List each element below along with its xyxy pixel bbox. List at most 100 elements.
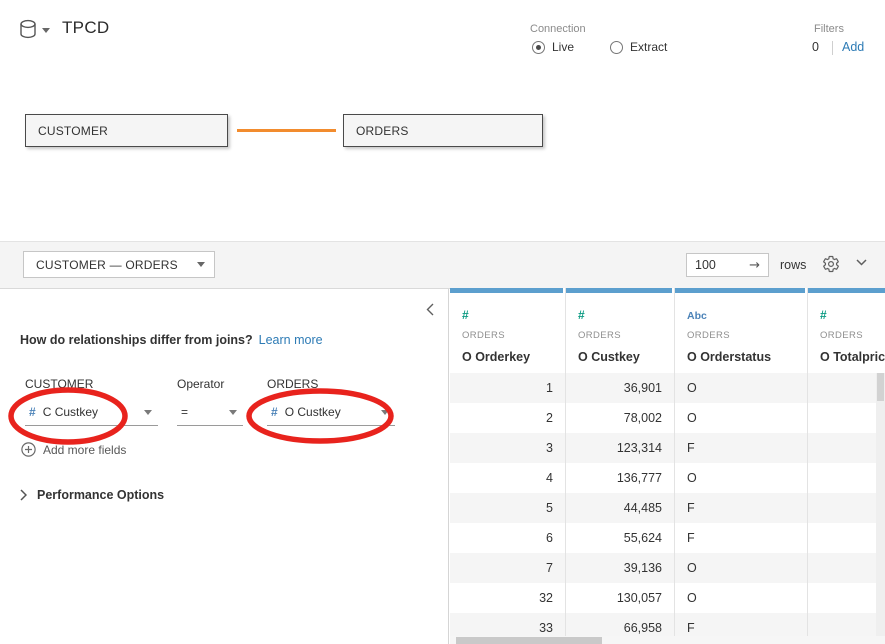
grid-cell: 208,6 <box>808 583 885 613</box>
grid-cell: 144,6 <box>808 493 885 523</box>
caret-down-icon <box>381 410 389 415</box>
rows-count-value: 100 <box>695 258 749 272</box>
grid-cell: 32, <box>808 463 885 493</box>
chevron-down-icon <box>197 262 205 267</box>
column-field-name: O Orderstatus <box>687 350 807 364</box>
grid-cell: 39,136 <box>566 553 674 583</box>
connection-live-radio[interactable]: Live <box>532 40 574 54</box>
grid-cell: 32 <box>450 583 565 613</box>
add-more-fields-button[interactable]: Add more fields <box>21 442 126 457</box>
number-type-icon: # <box>820 308 827 322</box>
grid-cell: F <box>675 493 807 523</box>
datasource-database-icon[interactable] <box>18 18 40 42</box>
grid-cell: 5 <box>450 493 565 523</box>
column-header[interactable]: Abc ORDERS O Orderstatus <box>675 293 807 373</box>
column-table-name: ORDERS <box>687 330 807 341</box>
rows-commit-arrow-icon[interactable]: → <box>749 258 760 273</box>
grid-cell: O <box>675 583 807 613</box>
relationship-noodle[interactable] <box>237 129 336 132</box>
grid-cell: 55,624 <box>566 523 674 553</box>
relationship-editor-panel: How do relationships differ from joins? L… <box>0 289 449 644</box>
grid-cell: 3 <box>450 433 565 463</box>
grid-cell: 136,777 <box>566 463 674 493</box>
number-type-icon: # <box>578 308 585 322</box>
column-field-name: O Custkey <box>578 350 674 364</box>
horizontal-scrollbar-thumb[interactable] <box>456 637 602 644</box>
connection-extract-radio[interactable]: Extract <box>610 40 667 54</box>
grid-cell: 7 <box>450 553 565 583</box>
relationship-selector-label: CUSTOMER — ORDERS <box>36 258 197 272</box>
canvas-table-orders[interactable]: ORDERS <box>343 114 543 147</box>
number-type-icon: # <box>462 308 469 322</box>
toolbar-chevron-down-icon[interactable] <box>856 259 867 266</box>
grid-cell: F <box>675 433 807 463</box>
right-table-column-label: ORDERS <box>267 377 318 391</box>
grid-cell: 173,6 <box>808 373 885 403</box>
grid-cell: 58,7 <box>808 523 885 553</box>
filters-count: 0 <box>812 40 819 54</box>
grid-cell: 123,314 <box>566 433 674 463</box>
grid-cell: 6 <box>450 523 565 553</box>
grid-cell: 130,057 <box>566 583 674 613</box>
column-table-name: ORDERS <box>578 330 674 341</box>
string-type-icon: Abc <box>687 310 707 322</box>
number-type-icon: # <box>29 405 36 419</box>
grid-column: #ORDERSO Orderkey12345673233 <box>450 288 566 643</box>
filters-section-label: Filters <box>814 23 844 35</box>
plus-circle-icon <box>21 442 36 457</box>
radio-unselected-icon <box>610 41 623 54</box>
datasource-menu-caret-icon[interactable] <box>42 28 50 33</box>
operator-column-label: Operator <box>177 377 224 391</box>
performance-options-toggle[interactable]: Performance Options <box>20 488 164 502</box>
column-field-name: O Totalprice <box>820 350 885 364</box>
grid-column: # ORDERS O Custkey 36,90178,002123,314136,7… <box>566 288 675 643</box>
grid-cell: 252,0 <box>808 553 885 583</box>
vertical-scrollbar[interactable] <box>876 373 885 644</box>
grid-cell: 36,901 <box>566 373 674 403</box>
radio-selected-icon <box>532 41 545 54</box>
column-header[interactable]: # ORDERS O Custkey <box>566 293 674 373</box>
question-label: How do relationships differ from joins? <box>20 333 253 347</box>
data-preview-grid: #ORDERSO Orderkey12345673233#ORDERSO Cus… <box>450 288 885 644</box>
grid-cell: 1 <box>450 373 565 403</box>
filters-add-link[interactable]: Add <box>842 40 864 54</box>
grid-cell: 44,485 <box>566 493 674 523</box>
caret-down-icon <box>144 410 152 415</box>
filters-divider <box>832 41 833 55</box>
column-field-name: O Orderkey <box>462 350 565 364</box>
grid-cell: 78,002 <box>566 403 674 433</box>
grid-cell: O <box>675 463 807 493</box>
grid-cell: 2 <box>450 403 565 433</box>
grid-cell: O <box>675 553 807 583</box>
operator-value: = <box>181 405 229 419</box>
right-field-value: O Custkey <box>285 405 381 419</box>
left-field-value: C Custkey <box>43 405 144 419</box>
add-more-fields-label: Add more fields <box>43 443 126 457</box>
grid-cell: 46,9 <box>808 403 885 433</box>
canvas-table-customer[interactable]: CUSTOMER <box>25 114 228 147</box>
left-table-column-label: CUSTOMER <box>25 377 93 391</box>
horizontal-scrollbar[interactable] <box>450 636 885 644</box>
column-header[interactable]: # ORDERS O Orderkey <box>450 293 565 373</box>
grid-cell: O <box>675 373 807 403</box>
grid-column: AbcORDERSO OrderstatusOOFOFFOOF <box>675 288 808 643</box>
data-grid-columns: #ORDERSO Orderkey12345673233#ORDERSO Cus… <box>450 288 885 643</box>
relationship-selector-dropdown[interactable]: CUSTOMER — ORDERS <box>23 251 215 278</box>
gear-icon[interactable] <box>822 255 840 273</box>
left-field-dropdown[interactable]: # C Custkey <box>25 399 158 426</box>
collapse-panel-chevron-left-icon[interactable] <box>426 303 434 316</box>
column-header[interactable]: # ORDERS O Totalprice <box>808 293 885 373</box>
operator-dropdown[interactable]: = <box>177 399 243 426</box>
rows-count-input[interactable]: 100 → <box>686 253 769 277</box>
datasource-title: TPCD <box>62 18 109 38</box>
learn-more-link[interactable]: Learn more <box>259 333 323 347</box>
grid-cell: F <box>675 523 807 553</box>
column-table-name: ORDERS <box>462 330 565 341</box>
preview-toolbar: CUSTOMER — ORDERS 100 → rows <box>0 241 885 289</box>
chevron-right-icon <box>20 489 27 501</box>
right-field-dropdown[interactable]: # O Custkey <box>267 399 395 426</box>
performance-options-label: Performance Options <box>37 488 164 502</box>
radio-live-label: Live <box>552 40 574 54</box>
vertical-scrollbar-thumb[interactable] <box>877 373 884 401</box>
column-table-name: ORDERS <box>820 330 885 341</box>
